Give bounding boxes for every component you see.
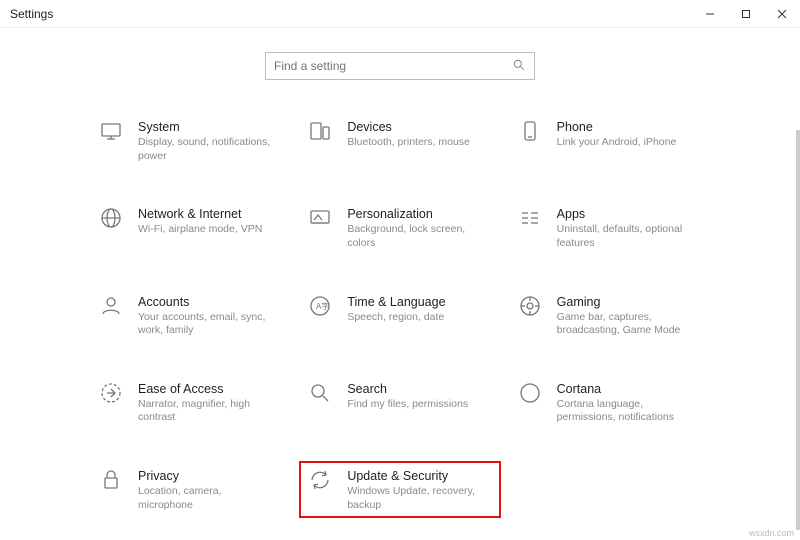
category-phone[interactable]: Phone Link your Android, iPhone — [509, 112, 710, 169]
category-personalization[interactable]: Personalization Background, lock screen, … — [299, 199, 500, 256]
category-desc: Wi-Fi, airplane mode, VPN — [138, 223, 262, 237]
ease-icon — [98, 380, 124, 406]
category-gaming[interactable]: Gaming Game bar, captures, broadcasting, … — [509, 287, 710, 344]
category-text: Ease of Access Narrator, magnifier, high … — [138, 380, 278, 425]
category-privacy[interactable]: Privacy Location, camera, microphone — [90, 461, 291, 518]
scrollbar[interactable] — [796, 130, 800, 530]
category-desc: Display, sound, notifications, power — [138, 136, 278, 163]
category-title: Search — [347, 382, 468, 396]
category-system[interactable]: System Display, sound, notifications, pow… — [90, 112, 291, 169]
category-desc: Windows Update, recovery, backup — [347, 485, 487, 512]
search-box[interactable] — [265, 52, 535, 80]
category-text: Network & Internet Wi-Fi, airplane mode, … — [138, 205, 262, 237]
time-icon — [307, 293, 333, 319]
category-title: Ease of Access — [138, 382, 278, 396]
category-update[interactable]: Update & Security Windows Update, recover… — [299, 461, 500, 518]
category-title: Cortana — [557, 382, 697, 396]
category-title: Phone — [557, 120, 677, 134]
minimize-button[interactable] — [692, 0, 728, 28]
category-title: Update & Security — [347, 469, 487, 483]
category-text: Search Find my files, permissions — [347, 380, 468, 412]
search-icon — [307, 380, 333, 406]
category-desc: Background, lock screen, colors — [347, 223, 487, 250]
watermark: wsxdn.com — [749, 528, 794, 538]
category-ease[interactable]: Ease of Access Narrator, magnifier, high … — [90, 374, 291, 431]
category-desc: Bluetooth, printers, mouse — [347, 136, 470, 150]
close-button[interactable] — [764, 0, 800, 28]
category-title: System — [138, 120, 278, 134]
category-text: Personalization Background, lock screen, … — [347, 205, 487, 250]
category-desc: Uninstall, defaults, optional features — [557, 223, 697, 250]
update-icon — [307, 467, 333, 493]
category-cortana[interactable]: Cortana Cortana language, permissions, no… — [509, 374, 710, 431]
apps-icon — [517, 205, 543, 231]
category-desc: Link your Android, iPhone — [557, 136, 677, 150]
devices-icon — [307, 118, 333, 144]
category-desc: Location, camera, microphone — [138, 485, 278, 512]
network-icon — [98, 205, 124, 231]
category-desc: Speech, region, date — [347, 311, 445, 325]
category-accounts[interactable]: Accounts Your accounts, email, sync, work… — [90, 287, 291, 344]
category-text: Privacy Location, camera, microphone — [138, 467, 278, 512]
category-time[interactable]: Time & Language Speech, region, date — [299, 287, 500, 344]
maximize-button[interactable] — [728, 0, 764, 28]
category-text: Cortana Cortana language, permissions, no… — [557, 380, 697, 425]
category-apps[interactable]: Apps Uninstall, defaults, optional featur… — [509, 199, 710, 256]
category-title: Gaming — [557, 295, 697, 309]
category-text: Apps Uninstall, defaults, optional featur… — [557, 205, 697, 250]
category-text: Phone Link your Android, iPhone — [557, 118, 677, 150]
personalization-icon — [307, 205, 333, 231]
category-title: Privacy — [138, 469, 278, 483]
category-text: Time & Language Speech, region, date — [347, 293, 445, 325]
category-desc: Narrator, magnifier, high contrast — [138, 398, 278, 425]
phone-icon — [517, 118, 543, 144]
window-controls — [692, 0, 800, 28]
window-title: Settings — [10, 7, 53, 21]
category-title: Personalization — [347, 207, 487, 221]
category-title: Accounts — [138, 295, 278, 309]
categories-grid: System Display, sound, notifications, pow… — [90, 112, 710, 518]
titlebar: Settings — [0, 0, 800, 28]
category-text: Update & Security Windows Update, recover… — [347, 467, 487, 512]
category-text: System Display, sound, notifications, pow… — [138, 118, 278, 163]
category-desc: Game bar, captures, broadcasting, Game M… — [557, 311, 697, 338]
privacy-icon — [98, 467, 124, 493]
accounts-icon — [98, 293, 124, 319]
cortana-icon — [517, 380, 543, 406]
category-search[interactable]: Search Find my files, permissions — [299, 374, 500, 431]
gaming-icon — [517, 293, 543, 319]
category-title: Time & Language — [347, 295, 445, 309]
category-desc: Find my files, permissions — [347, 398, 468, 412]
category-text: Accounts Your accounts, email, sync, work… — [138, 293, 278, 338]
category-title: Devices — [347, 120, 470, 134]
category-devices[interactable]: Devices Bluetooth, printers, mouse — [299, 112, 500, 169]
category-text: Devices Bluetooth, printers, mouse — [347, 118, 470, 150]
category-network[interactable]: Network & Internet Wi-Fi, airplane mode, … — [90, 199, 291, 256]
category-text: Gaming Game bar, captures, broadcasting, … — [557, 293, 697, 338]
system-icon — [98, 118, 124, 144]
category-title: Network & Internet — [138, 207, 262, 221]
category-desc: Your accounts, email, sync, work, family — [138, 311, 278, 338]
category-title: Apps — [557, 207, 697, 221]
search-input[interactable] — [274, 59, 512, 73]
category-desc: Cortana language, permissions, notificat… — [557, 398, 697, 425]
search-icon — [512, 58, 526, 75]
